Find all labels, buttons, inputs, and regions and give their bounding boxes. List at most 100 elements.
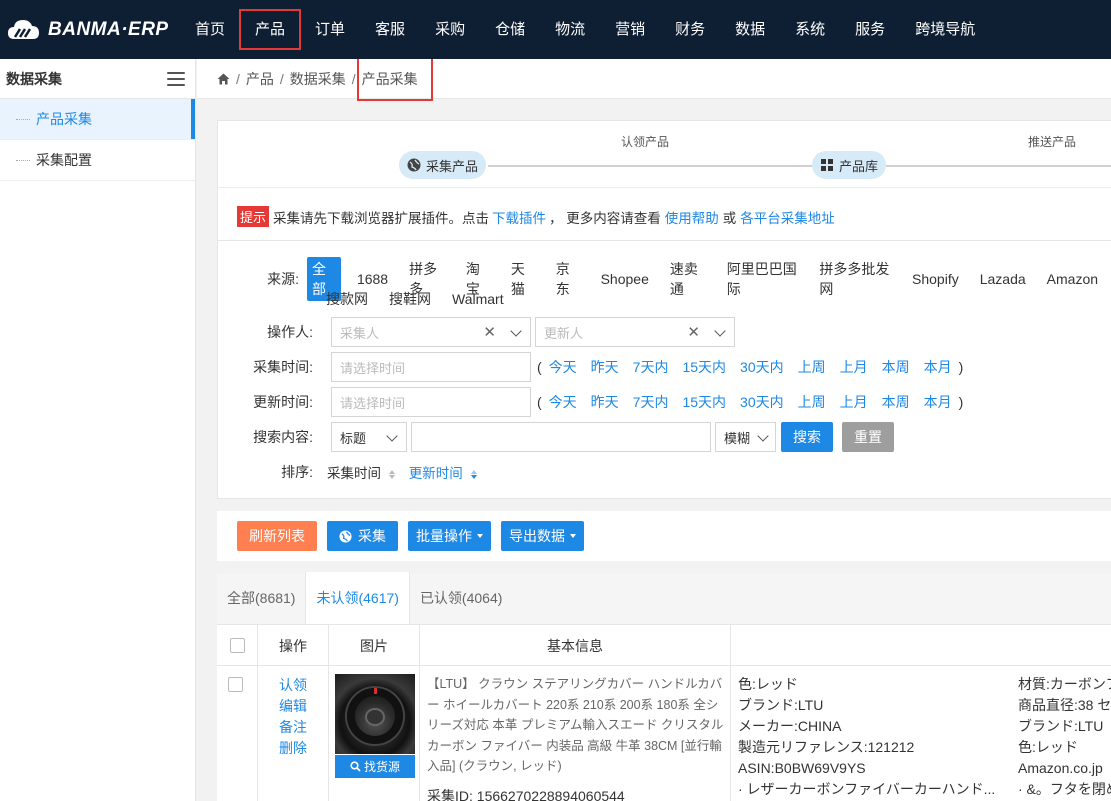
nav-item-home[interactable]: 首页 [180, 0, 240, 59]
source-option[interactable]: Shopee [596, 269, 654, 289]
claim-link[interactable]: 认领 [279, 675, 328, 696]
tab-all[interactable]: 全部(8681) [217, 572, 305, 624]
quick-time-option[interactable]: 本月 [924, 392, 952, 412]
quick-time-option[interactable]: 昨天 [591, 392, 619, 412]
search-input[interactable] [411, 422, 711, 452]
nav-item-system[interactable]: 系统 [780, 0, 840, 59]
source-option[interactable]: 搜鞋网 [384, 287, 436, 311]
source-option[interactable]: 京东 [551, 257, 585, 301]
delete-link[interactable]: 删除 [279, 738, 328, 759]
quick-time-option[interactable]: 本月 [924, 357, 952, 377]
quick-time-option[interactable]: 30天内 [740, 392, 784, 412]
help-link[interactable]: 使用帮助 [665, 207, 719, 227]
reset-button[interactable]: 重置 [842, 422, 894, 452]
source-option[interactable]: 1688 [352, 269, 393, 289]
quick-time-option[interactable]: 30天内 [740, 357, 784, 377]
quick-time-option[interactable]: 今天 [549, 357, 577, 377]
quick-time-option[interactable]: 本周 [882, 357, 910, 377]
platform-address-link[interactable]: 各平台采集地址 [740, 207, 835, 227]
quick-time-option[interactable]: 上月 [840, 392, 868, 412]
hamburger-menu-icon[interactable] [167, 71, 185, 86]
paren: ) [958, 394, 964, 410]
collect-button[interactable]: 采集 [327, 521, 398, 551]
nav-item-logistics[interactable]: 物流 [540, 0, 600, 59]
nav-item-marketing[interactable]: 营销 [600, 0, 660, 59]
chevron-down-icon [714, 325, 726, 337]
nav-item-warehouse[interactable]: 仓储 [480, 0, 540, 59]
breadcrumb-item[interactable]: 数据采集 [290, 69, 346, 89]
quick-time-option[interactable]: 昨天 [591, 357, 619, 377]
step-connector [488, 165, 813, 167]
search-field-select[interactable]: 标题 [331, 422, 407, 452]
nav-item-cross-border[interactable]: 跨境导航 [900, 0, 990, 59]
source-option[interactable]: 阿里巴巴国际 [722, 257, 804, 301]
quick-time-option[interactable]: 7天内 [633, 392, 669, 412]
quick-time-option[interactable]: 今天 [549, 392, 577, 412]
sort-by-update-time[interactable]: 更新时间 [409, 462, 477, 482]
logo[interactable]: BANMA·ERP [0, 0, 180, 59]
clear-icon[interactable]: ✕ [687, 323, 700, 341]
match-mode-select[interactable]: 模糊 [715, 422, 776, 452]
source-option[interactable]: 搜款网 [321, 287, 373, 311]
row-image-cell: 找货源 [329, 666, 420, 801]
quick-time-option[interactable]: 7天内 [633, 357, 669, 377]
attr-line: メーカー:CHINA [738, 718, 842, 734]
sort-by-collect-time[interactable]: 采集时间 [327, 462, 395, 482]
paren: ( [537, 394, 542, 410]
source-option[interactable]: 拼多多批发网 [814, 257, 896, 301]
source-option[interactable]: 速卖通 [665, 257, 711, 301]
nav-item-purchase[interactable]: 采购 [420, 0, 480, 59]
source-option[interactable]: Walmart [447, 289, 509, 309]
nav-item-finance[interactable]: 财务 [660, 0, 720, 59]
breadcrumb-item[interactable]: 产品 [246, 69, 274, 89]
updater-select[interactable]: 更新人 ✕ [535, 317, 735, 347]
nav-item-orders[interactable]: 订单 [300, 0, 360, 59]
row-checkbox[interactable] [228, 677, 243, 692]
operator-label: 操作人: [267, 324, 313, 340]
sort-arrows-icon [470, 469, 477, 479]
source-option[interactable]: Shopify [907, 269, 964, 289]
sidebar-item-product-collect[interactable]: 产品采集 [0, 99, 195, 140]
nav-item-product[interactable]: 产品 [239, 0, 302, 59]
collect-time-input[interactable]: 请选择时间 [331, 352, 531, 382]
edit-link[interactable]: 编辑 [279, 696, 328, 717]
search-button[interactable]: 搜索 [781, 422, 833, 452]
step-collect-product[interactable]: 采集产品 [399, 151, 487, 179]
quick-time-option[interactable]: 上周 [798, 392, 826, 412]
home-icon[interactable] [217, 73, 230, 85]
select-all-checkbox[interactable] [229, 638, 245, 653]
source-row-2: 搜款网 搜鞋网 Walmart [321, 287, 520, 311]
batch-operation-button[interactable]: 批量操作 [408, 521, 491, 551]
find-source-button[interactable]: 找货源 [335, 755, 415, 778]
select-all-cell [217, 625, 258, 666]
step-product-library[interactable]: 产品库 [812, 151, 887, 179]
collector-select[interactable]: 采集人 ✕ [331, 317, 531, 347]
row-select-cell [217, 666, 258, 801]
tab-claimed[interactable]: 已认领(4064) [410, 572, 512, 624]
product-image[interactable] [335, 674, 415, 754]
sidebar-item-collect-config[interactable]: 采集配置 [0, 140, 195, 181]
step-collect-label: 采集产品 [426, 158, 479, 174]
source-option[interactable]: Lazada [975, 269, 1031, 289]
nav-item-services[interactable]: 服务 [840, 0, 900, 59]
quick-time-option[interactable]: 本周 [882, 392, 910, 412]
row-attrs-cell: 色:レッド ブランド:LTU メーカー:CHINA 製造元リファレンス:1212… [731, 666, 1111, 801]
export-data-button[interactable]: 导出数据 [501, 521, 584, 551]
action-bar: 刷新列表 采集 批量操作 导出数据 [217, 511, 1111, 561]
quick-time-option[interactable]: 15天内 [682, 357, 726, 377]
sort-arrows-icon [388, 469, 395, 479]
quick-time-option[interactable]: 15天内 [682, 392, 726, 412]
quick-time-option[interactable]: 上月 [840, 357, 868, 377]
tip-badge: 提示 [237, 206, 270, 227]
update-time-input[interactable]: 请选择时间 [331, 387, 531, 417]
refresh-list-button[interactable]: 刷新列表 [237, 521, 317, 551]
clear-icon[interactable]: ✕ [483, 323, 496, 341]
nav-item-data[interactable]: 数据 [720, 0, 780, 59]
note-link[interactable]: 备注 [279, 717, 328, 738]
nav-item-service[interactable]: 客服 [360, 0, 420, 59]
tab-unclaimed[interactable]: 未认领(4617) [305, 572, 410, 624]
quick-time-option[interactable]: 上周 [798, 357, 826, 377]
collector-placeholder: 采集人 [340, 325, 380, 341]
source-option[interactable]: Amazon [1042, 269, 1103, 289]
download-plugin-link[interactable]: 下载插件 [492, 207, 546, 227]
